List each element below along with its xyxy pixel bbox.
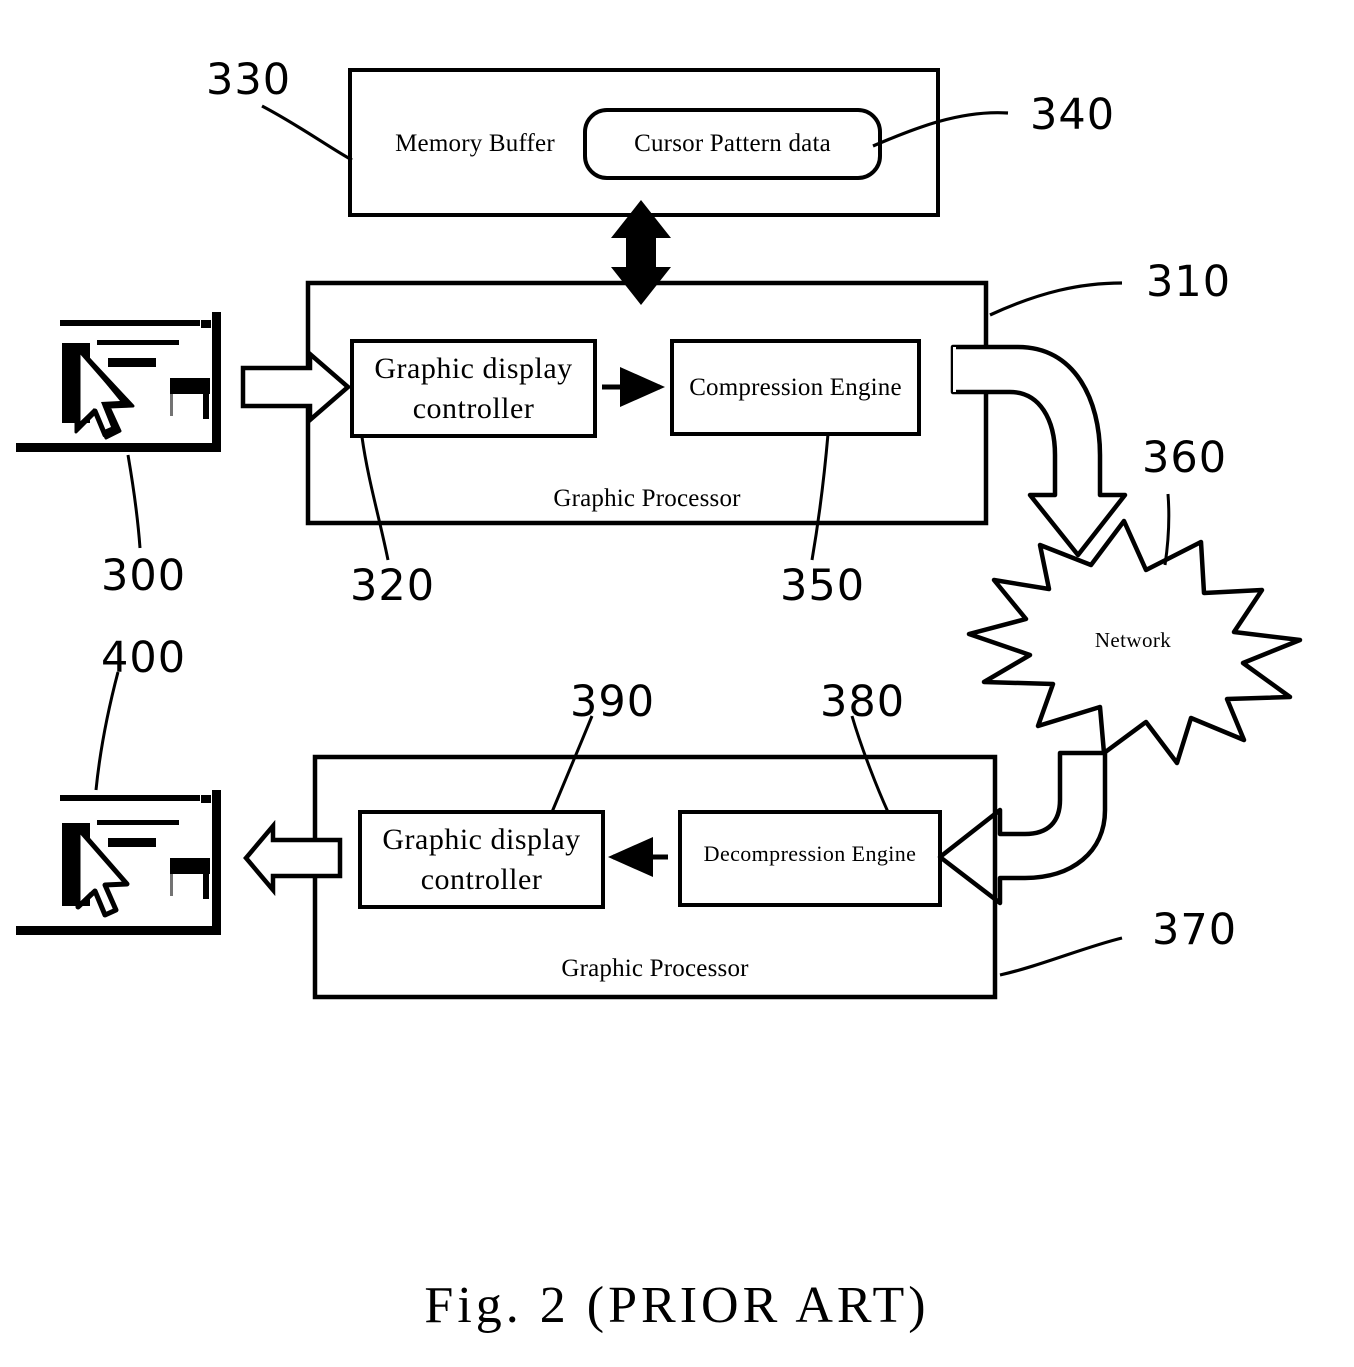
reference-numeral-310: 310 (1146, 257, 1232, 307)
leader-line-310 (989, 281, 1123, 317)
reference-numeral-360: 360 (1142, 433, 1228, 483)
leader-line-370 (999, 936, 1123, 977)
input-arrow-top (240, 349, 352, 425)
compression-engine-label: Compression Engine (689, 374, 902, 401)
decompression-engine-label: Decompression Engine (703, 841, 917, 866)
graphic-processor-top-label: Graphic Processor (553, 485, 741, 512)
network-label: Network (1094, 628, 1172, 652)
reference-numeral-350: 350 (780, 561, 866, 611)
leader-line-360 (1163, 493, 1171, 566)
figure-caption: Fig. 2 (PRIOR ART) (424, 1277, 930, 1334)
figure-drawing (16, 68, 1303, 1000)
reference-numeral-400: 400 (101, 633, 187, 683)
output-arrow-bottom (243, 819, 343, 897)
leader-line-340 (872, 111, 1009, 148)
reference-numeral-300: 300 (101, 551, 187, 601)
reference-numeral-340: 340 (1030, 90, 1116, 140)
reference-numeral-330: 330 (206, 55, 292, 105)
arrow-network-to-decompression (937, 750, 1108, 906)
graphic-processor-bottom-label: Graphic Processor (561, 955, 749, 982)
leader-line-400 (94, 671, 120, 791)
leader-line-380 (850, 715, 890, 813)
reference-numeral-320: 320 (350, 561, 436, 611)
graphic-display-controller-bottom-label-line2: controller (420, 863, 543, 896)
patent-figure-page: Memory Buffer Cursor Pattern data Graphi… (0, 0, 1354, 1367)
reference-numeral-380: 380 (820, 677, 906, 727)
reference-numeral-370: 370 (1152, 905, 1238, 955)
leader-line-300 (126, 454, 142, 549)
memory-buffer-label: Memory Buffer (395, 130, 555, 157)
graphic-display-controller-top-label-line2: controller (412, 392, 535, 425)
display-thumbnail-bottom (16, 790, 221, 935)
graphic-display-controller-bottom-label-line1: Graphic display (382, 823, 581, 856)
leader-line-330 (261, 104, 353, 162)
leader-line-390 (550, 715, 594, 813)
graphic-display-controller-top-label-line1: Graphic display (374, 352, 573, 385)
reference-numeral-390: 390 (570, 677, 656, 727)
display-thumbnail-top (16, 312, 221, 452)
cursor-pattern-data-label: Cursor Pattern data (634, 130, 831, 157)
